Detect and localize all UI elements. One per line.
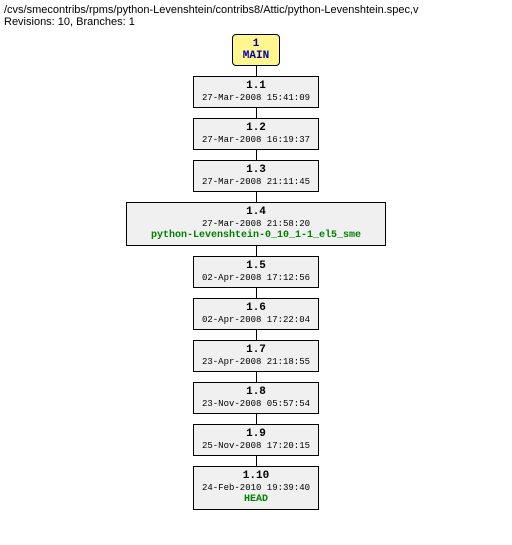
connector: [256, 414, 257, 424]
branch-name: MAIN: [243, 50, 269, 62]
branch-node-main: 1 MAIN: [232, 34, 280, 66]
revision-node-head: 1.10 24-Feb-2010 19:39:40 HEAD: [193, 466, 319, 510]
revision-tag: python-Levenshtein-0_10_1-1_el5_sme: [135, 230, 377, 242]
revision-node: 1.8 23-Nov-2008 05:57:54: [193, 382, 319, 414]
revision-node: 1.3 27-Mar-2008 21:11:45: [193, 160, 319, 192]
revision-number: 1.3: [202, 164, 310, 177]
revisions-count: Revisions: 10, Branches: 1: [4, 16, 508, 28]
revision-date: 27-Mar-2008 21:58:20: [135, 219, 377, 230]
revision-date: 02-Apr-2008 17:22:04: [202, 315, 310, 326]
revision-date: 23-Nov-2008 05:57:54: [202, 399, 310, 410]
revision-date: 27-Mar-2008 15:41:09: [202, 93, 310, 104]
revision-date: 24-Feb-2010 19:39:40: [202, 483, 310, 494]
revision-date: 27-Mar-2008 16:19:37: [202, 135, 310, 146]
connector: [256, 288, 257, 298]
connector: [256, 246, 257, 256]
connector: [256, 372, 257, 382]
revision-number: 1.9: [202, 428, 310, 441]
connector: [256, 456, 257, 466]
revision-number: 1.8: [202, 386, 310, 399]
repo-path: /cvs/smecontribs/rpms/python-Levenshtein…: [4, 4, 508, 16]
revision-node: 1.1 27-Mar-2008 15:41:09: [193, 76, 319, 108]
revision-number: 1.4: [135, 206, 377, 219]
revision-number: 1.5: [202, 260, 310, 273]
revision-number: 1.10: [202, 470, 310, 483]
revision-node: 1.7 23-Apr-2008 21:18:55: [193, 340, 319, 372]
revision-node: 1.5 02-Apr-2008 17:12:56: [193, 256, 319, 288]
revision-number: 1.7: [202, 344, 310, 357]
revision-date: 25-Nov-2008 17:20:15: [202, 441, 310, 452]
connector: [256, 150, 257, 160]
connector: [256, 330, 257, 340]
revision-date: 02-Apr-2008 17:12:56: [202, 273, 310, 284]
revision-number: 1.2: [202, 122, 310, 135]
connector: [256, 108, 257, 118]
revision-node: 1.2 27-Mar-2008 16:19:37: [193, 118, 319, 150]
head-tag: HEAD: [202, 494, 310, 506]
revision-number: 1.6: [202, 302, 310, 315]
revision-node: 1.6 02-Apr-2008 17:22:04: [193, 298, 319, 330]
revision-date: 23-Apr-2008 21:18:55: [202, 357, 310, 368]
branch-number: 1: [243, 38, 269, 50]
revision-node: 1.9 25-Nov-2008 17:20:15: [193, 424, 319, 456]
revision-date: 27-Mar-2008 21:11:45: [202, 177, 310, 188]
revision-tree: 1 MAIN 1.1 27-Mar-2008 15:41:09 1.2 27-M…: [4, 34, 508, 510]
connector: [256, 192, 257, 202]
revision-number: 1.1: [202, 80, 310, 93]
revision-node-tagged: 1.4 27-Mar-2008 21:58:20 python-Levensht…: [126, 202, 386, 246]
connector: [256, 66, 257, 76]
